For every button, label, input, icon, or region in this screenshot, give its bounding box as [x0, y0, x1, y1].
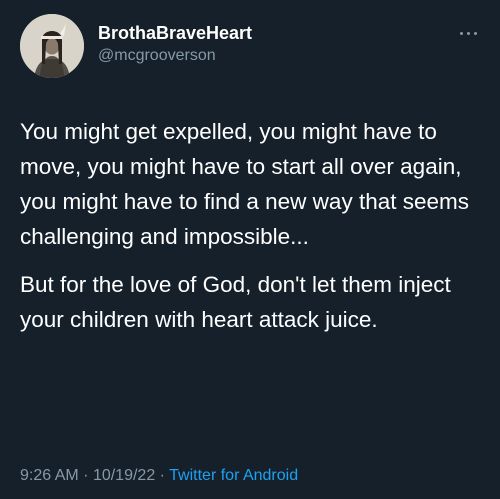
tweet-paragraph-1: You might get expelled, you might have t…: [20, 119, 469, 249]
tweet-source-link[interactable]: Twitter for Android: [169, 467, 298, 484]
user-handle[interactable]: @mcgrooverson: [98, 46, 216, 66]
profile-photo-icon: [20, 14, 84, 78]
meta-separator: ·: [83, 467, 89, 484]
tweet-date[interactable]: 10/19/22: [93, 467, 155, 484]
display-name[interactable]: BrothaBraveHeart: [98, 22, 252, 44]
tweet-card: BrothaBraveHeart @mcgrooverson You might…: [0, 0, 500, 499]
avatar[interactable]: [20, 14, 84, 78]
dot: [474, 32, 477, 35]
tweet-time[interactable]: 9:26 AM: [20, 467, 79, 484]
dot: [467, 32, 470, 35]
dot: [460, 32, 463, 35]
meta-separator: ·: [159, 467, 165, 484]
more-options-icon[interactable]: [456, 26, 482, 42]
tweet-paragraph-2: But for the love of God, don't let them …: [20, 272, 451, 332]
tweet-text: You might get expelled, you might have t…: [20, 114, 488, 337]
tweet-meta: 9:26 AM · 10/19/22 · Twitter for Android: [20, 466, 298, 486]
